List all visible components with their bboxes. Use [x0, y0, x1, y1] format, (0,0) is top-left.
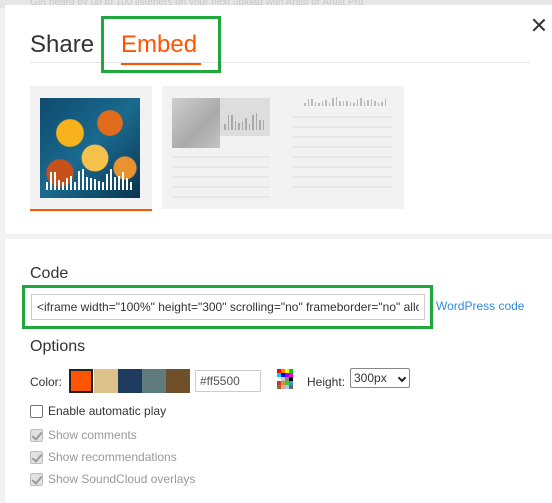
color-label: Color: — [30, 375, 63, 389]
share-modal: Share Embed Code WordPress code Options — [5, 5, 552, 503]
color-swatch-orange[interactable] — [69, 369, 93, 393]
placeholder-line — [172, 176, 270, 178]
widget-style-classic[interactable] — [162, 86, 284, 209]
close-icon[interactable] — [530, 16, 548, 34]
tab-embed[interactable]: Embed — [121, 31, 197, 59]
show-comments-checkbox — [30, 428, 43, 442]
waveform-icon — [304, 96, 386, 106]
height-label: Height: — [307, 375, 346, 389]
options-heading: Options — [30, 338, 86, 355]
placeholder-line — [292, 156, 392, 158]
section-divider — [5, 234, 552, 239]
waveform-icon — [46, 166, 134, 190]
show-recommendations-checkbox-row: Show recommendations — [30, 450, 177, 464]
active-tab-underline — [121, 63, 201, 65]
show-overlays-label: Show SoundCloud overlays — [48, 472, 196, 486]
placeholder-line — [172, 186, 270, 188]
height-select[interactable]: 300px — [350, 368, 410, 388]
placeholder-line — [292, 186, 392, 188]
color-swatch-slate[interactable] — [142, 369, 166, 393]
widget-style-mini[interactable] — [282, 86, 404, 209]
wordpress-code-link[interactable]: WordPress code — [436, 299, 524, 313]
autoplay-checkbox-row[interactable]: Enable automatic play — [30, 404, 166, 418]
autoplay-label: Enable automatic play — [48, 404, 167, 418]
color-swatch-brown[interactable] — [166, 369, 190, 393]
placeholder-line — [172, 196, 270, 198]
placeholder-line — [292, 136, 392, 138]
color-swatch-tan[interactable] — [94, 369, 118, 393]
placeholder-line — [292, 146, 392, 148]
placeholder-line — [292, 116, 392, 118]
widget-style-visual[interactable] — [30, 86, 152, 211]
placeholder-line — [172, 156, 270, 158]
placeholder-line — [292, 176, 392, 178]
placeholder-line — [292, 166, 392, 168]
show-recommendations-checkbox — [30, 450, 43, 464]
artwork-thumbnail — [40, 98, 140, 198]
color-palette-icon[interactable] — [277, 369, 293, 389]
tab-share[interactable]: Share — [30, 31, 94, 59]
show-overlays-checkbox-row: Show SoundCloud overlays — [30, 472, 195, 486]
placeholder-line — [292, 126, 392, 128]
embed-code-field[interactable] — [31, 294, 425, 320]
show-comments-label: Show comments — [48, 428, 137, 442]
chevron-down-icon — [397, 373, 407, 383]
autoplay-checkbox[interactable] — [30, 404, 43, 418]
placeholder-line — [172, 166, 270, 168]
header-divider — [30, 62, 530, 63]
color-hex-input[interactable] — [195, 370, 261, 392]
show-overlays-checkbox — [30, 472, 43, 486]
waveform-icon — [224, 112, 264, 130]
show-comments-checkbox-row: Show comments — [30, 428, 137, 442]
show-recommendations-label: Show recommendations — [48, 450, 177, 464]
artwork-thumbnail-grey — [172, 98, 220, 148]
code-heading: Code — [30, 265, 69, 282]
height-select-value: 300px — [354, 371, 387, 385]
color-swatch-navy[interactable] — [118, 369, 142, 393]
